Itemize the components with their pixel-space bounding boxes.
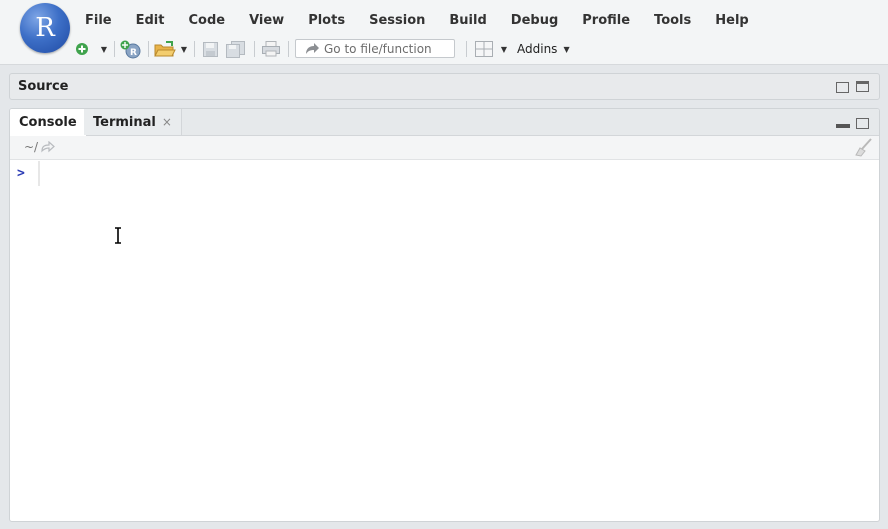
open-file-button[interactable] bbox=[154, 38, 176, 60]
go-to-directory-icon[interactable] bbox=[41, 141, 55, 153]
print-icon bbox=[262, 41, 280, 57]
go-to-file-input[interactable] bbox=[320, 41, 452, 56]
toolbar-divider bbox=[254, 41, 255, 57]
menu-tools[interactable]: Tools bbox=[654, 12, 691, 30]
working-directory: ~/ bbox=[24, 140, 39, 154]
toolbar-divider bbox=[466, 41, 467, 57]
maximize-pane-icon[interactable] bbox=[856, 81, 869, 92]
menu-build[interactable]: Build bbox=[449, 12, 486, 30]
menu-view[interactable]: View bbox=[249, 12, 284, 30]
close-icon[interactable]: × bbox=[162, 115, 172, 129]
save-button[interactable] bbox=[201, 38, 219, 60]
console-prompt: > bbox=[17, 166, 25, 181]
source-pane-title: Source bbox=[18, 79, 69, 94]
toolbar-divider bbox=[148, 41, 149, 57]
console-tab-strip: Console Terminal × bbox=[10, 109, 879, 136]
print-button[interactable] bbox=[261, 38, 281, 60]
tab-terminal[interactable]: Terminal × bbox=[84, 109, 182, 135]
open-file-icon bbox=[154, 41, 176, 57]
save-all-button[interactable] bbox=[225, 38, 247, 60]
menu-help[interactable]: Help bbox=[715, 12, 748, 30]
save-all-icon bbox=[226, 40, 245, 58]
text-cursor-icon bbox=[115, 227, 121, 244]
console-path-bar: ~/ bbox=[10, 136, 879, 160]
clear-console-icon[interactable] bbox=[853, 138, 873, 157]
chevron-down-icon: ▼ bbox=[100, 44, 108, 54]
go-to-file-field[interactable] bbox=[295, 39, 455, 58]
new-project-button[interactable]: R bbox=[120, 38, 142, 60]
menu-debug[interactable]: Debug bbox=[511, 12, 558, 30]
addins-menu[interactable]: Addins ▼ bbox=[517, 38, 570, 60]
svg-text:R: R bbox=[130, 48, 137, 58]
go-to-arrow-icon bbox=[306, 42, 319, 54]
tab-terminal-label: Terminal bbox=[93, 114, 156, 130]
minimize-pane-icon[interactable] bbox=[836, 124, 850, 128]
menu-file[interactable]: File bbox=[85, 12, 112, 30]
workspace-panes-dropdown[interactable]: ▼ bbox=[499, 38, 509, 60]
menu-edit[interactable]: Edit bbox=[136, 12, 165, 30]
new-file-button[interactable] bbox=[74, 38, 90, 60]
new-project-icon: R bbox=[120, 40, 141, 59]
tab-console-label: Console bbox=[19, 115, 77, 130]
chevron-down-icon: ▼ bbox=[500, 44, 508, 54]
source-pane: Source bbox=[9, 73, 880, 100]
logo-letter: R bbox=[35, 13, 55, 43]
tab-console[interactable]: Console bbox=[10, 109, 87, 136]
addins-label: Addins bbox=[517, 42, 558, 56]
restore-pane-icon[interactable] bbox=[856, 118, 869, 129]
open-file-dropdown[interactable]: ▼ bbox=[179, 38, 189, 60]
menu-profile[interactable]: Profile bbox=[582, 12, 630, 30]
menu-code[interactable]: Code bbox=[188, 12, 225, 30]
main-toolbar: ▼ R ▼ Go to file/function ▼ Addins ▼ bbox=[74, 38, 874, 60]
toolbar-divider bbox=[194, 41, 195, 57]
console-pane: Console Terminal × ~/ > bbox=[9, 108, 880, 522]
workspace-panes-button[interactable] bbox=[474, 38, 494, 60]
top-bar: R File Edit Code View Plots Session Buil… bbox=[0, 0, 888, 65]
menu-bar: File Edit Code View Plots Session Build … bbox=[85, 12, 773, 30]
rstudio-logo: R bbox=[20, 3, 70, 53]
chevron-down-icon: ▼ bbox=[563, 44, 570, 54]
save-icon bbox=[202, 41, 218, 57]
menu-plots[interactable]: Plots bbox=[308, 12, 345, 30]
new-file-icon bbox=[76, 43, 88, 55]
chevron-down-icon: ▼ bbox=[180, 44, 188, 54]
toolbar-divider bbox=[114, 41, 115, 57]
toolbar-divider bbox=[288, 41, 289, 57]
menu-session[interactable]: Session bbox=[369, 12, 425, 30]
restore-pane-icon[interactable] bbox=[836, 82, 849, 93]
grid-layout-icon bbox=[475, 41, 493, 57]
new-file-dropdown[interactable]: ▼ bbox=[99, 38, 109, 60]
console-input-caret[interactable] bbox=[38, 161, 40, 186]
